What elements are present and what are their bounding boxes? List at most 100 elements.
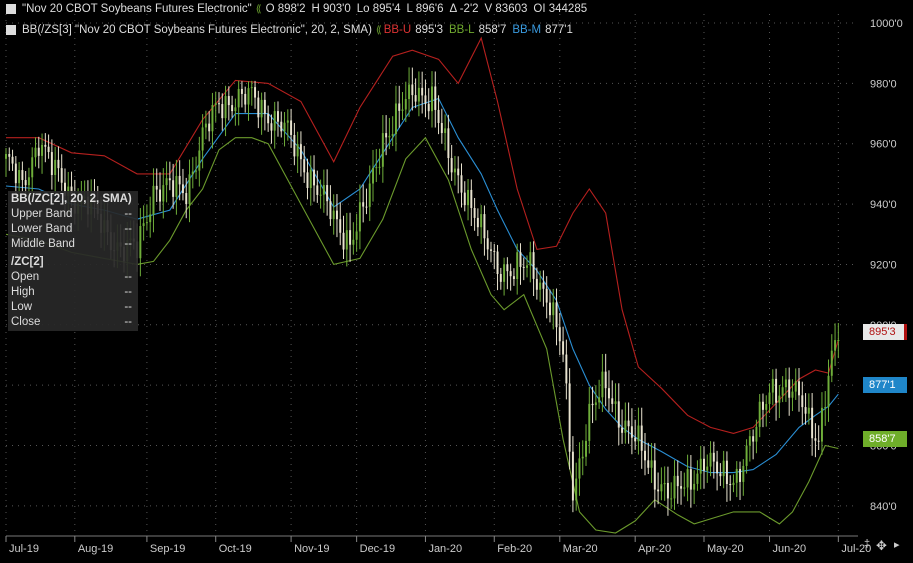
- candle-body: [191, 171, 194, 175]
- candle-body: [811, 407, 814, 439]
- candle-body: [496, 251, 499, 274]
- candle-body: [299, 144, 302, 160]
- candle-body: [778, 395, 781, 403]
- upper-band-value: --: [124, 208, 132, 220]
- candle-body: [306, 172, 309, 188]
- candle-body: [535, 278, 538, 290]
- x-tick-label: Oct-19: [219, 543, 252, 555]
- candle-body: [149, 214, 152, 223]
- candle-body: [260, 99, 263, 118]
- y-tick-label: 980'0: [870, 78, 897, 90]
- candle-body: [159, 189, 161, 202]
- candle-body: [630, 426, 633, 438]
- study-color-swatch[interactable]: [6, 25, 16, 35]
- candle-body: [60, 168, 63, 183]
- middle-band-row: Middle Band --: [8, 237, 138, 252]
- candle-body: [637, 425, 640, 442]
- x-tick-label: Mar-20: [563, 543, 598, 555]
- candle-body: [755, 426, 758, 442]
- expand-icon[interactable]: ▸: [894, 538, 900, 551]
- zoom-icon[interactable]: ‡: [864, 538, 870, 550]
- candle-body: [24, 180, 27, 186]
- lower-band-price-tag: 858'7: [863, 431, 907, 447]
- candle-body: [788, 379, 791, 398]
- candle-body: [358, 202, 361, 232]
- candle-body: [621, 427, 624, 433]
- candle-body: [460, 175, 463, 193]
- candle-body: [165, 178, 168, 186]
- candle-body: [676, 475, 679, 487]
- x-tick-label: Nov-19: [294, 543, 329, 555]
- candle-body: [470, 189, 473, 209]
- candle-body: [598, 397, 601, 403]
- candle-body: [640, 425, 643, 451]
- candle-body: [175, 175, 178, 197]
- candle-body: [204, 123, 207, 128]
- candle-body: [457, 168, 460, 176]
- candle-body: [296, 144, 299, 157]
- candle-body: [372, 168, 374, 184]
- low-row: Low --: [8, 300, 138, 315]
- chevron-icon[interactable]: ⟨⟨: [256, 4, 262, 15]
- study-header: BB(/ZS[3] "Nov 20 CBOT Soybeans Futures …: [0, 22, 573, 38]
- candle-body: [273, 111, 276, 131]
- candle-body: [168, 178, 171, 181]
- candle-body: [447, 128, 450, 159]
- candle-body: [394, 103, 397, 135]
- series-color-swatch[interactable]: [6, 4, 16, 14]
- candle-body: [378, 166, 381, 168]
- candle-body: [335, 210, 338, 220]
- candle-body: [503, 264, 506, 282]
- candle-body: [830, 350, 833, 376]
- candle-body: [490, 249, 492, 251]
- candle-body: [368, 183, 371, 207]
- candle-body: [172, 180, 175, 197]
- candle-body: [401, 109, 404, 111]
- candle-body: [617, 401, 620, 428]
- bb-lower-value: 858'7: [478, 24, 507, 36]
- last-value: L 896'6: [406, 3, 444, 15]
- candle-body: [316, 185, 319, 195]
- candle-body: [195, 170, 198, 172]
- candle-body: [277, 111, 279, 122]
- candle-body: [798, 381, 800, 396]
- chevron-icon[interactable]: ⟨⟨: [376, 25, 382, 36]
- candle-body: [444, 128, 447, 134]
- pan-icon[interactable]: ✥: [876, 538, 887, 554]
- open-interest-value: OI 344285: [533, 3, 588, 15]
- candle-body: [539, 282, 542, 290]
- candle-body: [614, 401, 617, 404]
- candle-body: [218, 103, 220, 105]
- candle-body: [680, 486, 683, 489]
- candle-body: [283, 122, 286, 132]
- candle-body: [244, 93, 247, 105]
- candle-body: [532, 252, 535, 279]
- candle-body: [666, 482, 669, 499]
- candle-body: [480, 214, 483, 228]
- candle-body: [365, 206, 368, 208]
- candle-body: [575, 478, 578, 501]
- candle-body: [267, 113, 270, 124]
- candle-body: [303, 159, 306, 173]
- candle-body: [434, 86, 437, 110]
- middle-band-value: --: [124, 238, 132, 250]
- candle-body: [293, 134, 296, 157]
- candle-body: [568, 383, 571, 452]
- upper-band-row: Upper Band --: [8, 207, 138, 222]
- candle-body: [309, 169, 312, 188]
- bb-upper-label: BB-U: [383, 24, 412, 36]
- candle-body: [286, 120, 289, 123]
- candle-body: [555, 302, 558, 328]
- candle-body: [670, 498, 673, 500]
- middle-band-price-tag: 877'1: [863, 377, 907, 393]
- candle-body: [404, 99, 407, 110]
- candle-body: [319, 194, 322, 196]
- candle-body: [817, 440, 820, 442]
- open-label: Open: [11, 271, 40, 283]
- candle-body: [11, 156, 14, 164]
- lower-band-label: Lower Band: [11, 223, 73, 235]
- candle-body: [427, 103, 430, 112]
- candle-body: [509, 271, 512, 277]
- candle-body: [742, 465, 745, 482]
- candle-body: [201, 127, 204, 151]
